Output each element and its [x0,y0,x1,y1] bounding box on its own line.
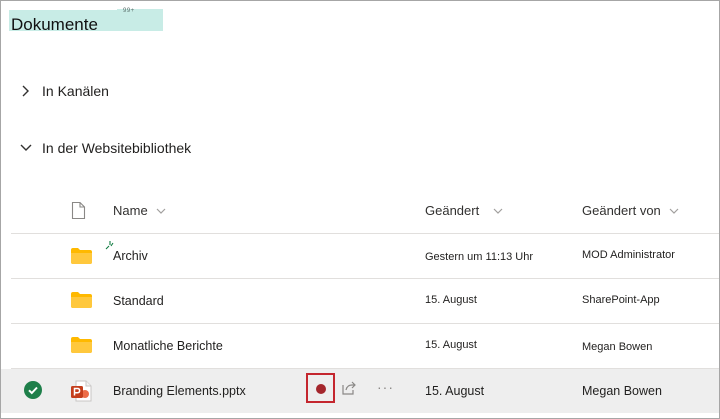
table-row-selected[interactable]: Branding Elements.pptx ··· 15. August Me… [1,369,719,413]
table-row[interactable]: Standard 15. August SharePoint-App [1,279,719,323]
modified-by: Megan Bowen [582,384,662,398]
chevron-down-icon [20,144,32,151]
check-glyph [28,386,38,395]
powerpoint-icon [71,380,92,402]
table-row[interactable]: Archiv Gestern um 11:13 Uhr MOD Administ… [1,234,719,278]
sync-status-icon [316,384,326,394]
chevron-down-icon [493,208,503,214]
column-header-modified-by[interactable]: Geändert von [582,203,679,218]
column-header-modified[interactable]: Geändert [425,203,503,218]
modified-date: 15. August [425,384,485,398]
section-label: In Kanälen [42,83,109,99]
count-badge-text: 99+ [123,8,135,14]
column-header-label: Geändert [425,203,480,218]
checkmark-circle-icon[interactable] [24,381,42,399]
chevron-down-icon [156,208,166,214]
folder-icon [71,292,92,308]
folder-icon [71,337,92,353]
chevron-down-icon [669,208,679,214]
column-header-label: Name [113,203,148,218]
file-name[interactable]: Standard [113,294,164,308]
document-icon [71,201,86,220]
document-library-panel: 99+ Dokumente In Kanälen In der Websiteb… [0,0,720,419]
section-in-channels[interactable]: In Kanälen [19,80,109,102]
column-header-label: Geändert von [582,203,661,218]
sync-status-highlight[interactable] [306,373,335,403]
chevron-right-icon [22,85,29,97]
count-badge: 99+ [117,8,163,20]
section-site-library[interactable]: In der Websitebibliothek [19,137,191,159]
file-name[interactable]: Archiv [113,249,148,263]
folder-icon [71,248,92,264]
share-icon[interactable] [341,380,357,396]
modified-by: SharePoint-App [582,294,660,306]
file-name[interactable]: Monatliche Berichte [113,339,223,353]
page-title: Dokumente [11,15,98,34]
more-actions-button[interactable]: ··· [377,379,394,395]
column-header-name[interactable]: Name [113,203,166,218]
modified-date: Gestern um 11:13 Uhr [425,251,534,263]
file-name[interactable]: Branding Elements.pptx [113,384,246,398]
modified-by: Megan Bowen [582,341,653,353]
modified-date: 15. August [425,339,477,351]
section-label: In der Websitebibliothek [42,140,192,156]
modified-date: 15. August [425,294,477,306]
modified-by: MOD Administrator [582,249,675,261]
table-row[interactable]: Monatliche Berichte 15. August Megan Bow… [1,324,719,368]
